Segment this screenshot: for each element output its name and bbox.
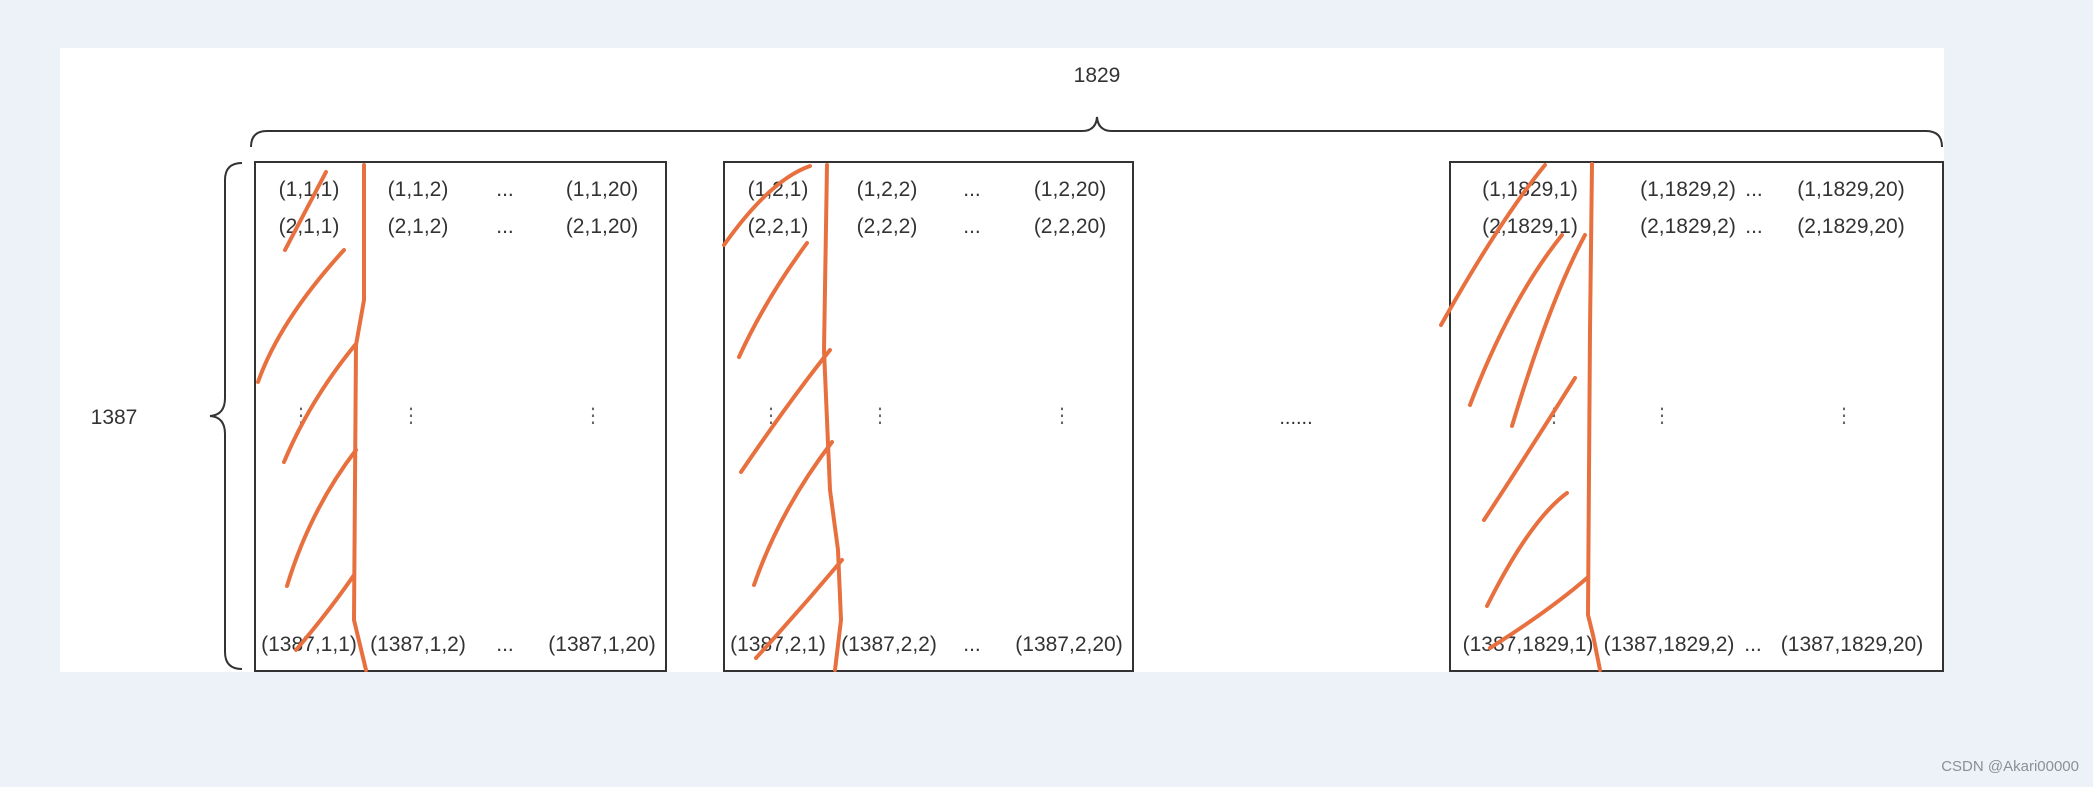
vdots-b1-c20: ⋮ [583,405,603,427]
top-dimension-label: 1829 [1074,64,1121,87]
cell-b2-r1-ellipsis: ... [963,178,981,201]
cell-b1829-last-c1: (1387,1829,1) [1463,633,1594,656]
cell-b2-last-ellipsis: ... [963,633,981,656]
annotation-b2-vertical-line [822,163,843,672]
cell-b1829-r1-ellipsis: ... [1745,178,1763,201]
block-frame-1 [254,161,667,672]
cell-b1829-last-ellipsis: ... [1744,633,1762,656]
annotation-b1-vertical-line [352,163,368,672]
cell-b2-r2-c2: (2,2,2) [857,215,918,238]
cell-b2-r1-c2: (1,2,2) [857,178,918,201]
cell-b1829-r2-ellipsis: ... [1745,215,1763,238]
cell-b2-last-c2: (1387,2,2) [841,633,937,656]
cell-b1829-r2-c20: (2,1829,20) [1797,215,1904,238]
cell-b1-r2-c1: (2,1,1) [279,215,340,238]
vdots-b1-c2: ⋮ [401,405,421,427]
handdrawn-annotations [256,162,1602,672]
watermark: CSDN @Akari00000 [1941,758,2079,775]
left-dimension-label: 1387 [91,406,138,429]
annotation-b1-hatch [256,170,358,652]
cell-b1-last-ellipsis: ... [496,633,514,656]
cell-b2-r2-c20: (2,2,20) [1034,215,1106,238]
cell-b2-r1-c1: (1,2,1) [748,178,809,201]
cell-b2-last-c20: (1387,2,20) [1015,633,1122,656]
vdots-b1829-c2: ⋮ [1652,405,1672,427]
left-brace [209,162,243,670]
cell-b1829-last-c20: (1387,1829,20) [1781,633,1923,656]
between-blocks-ellipsis: ...... [1279,407,1312,429]
vdots-b2-c2: ⋮ [870,405,890,427]
cell-b1829-r1-c20: (1,1829,20) [1797,178,1904,201]
cell-b1-last-c20: (1387,1,20) [548,633,655,656]
vdots-b2-c20: ⋮ [1052,405,1072,427]
block-1: (1,1,1) (1,1,2) ... (1,1,20) (2,1,1) (2,… [261,178,656,656]
cell-b2-r2-c1: (2,2,1) [748,215,809,238]
cell-b1829-r1-c2: (1,1829,2) [1640,178,1736,201]
cell-b1-r1-ellipsis: ... [496,178,514,201]
cell-b2-r2-ellipsis: ... [963,215,981,238]
cell-b1-r1-c20: (1,1,20) [566,178,638,201]
tensor-diagram: 1829 1387 ...... (1,1,1) (1,1,2) ... (1,… [91,64,1944,672]
top-brace [250,116,1943,148]
block-2: (1,2,1) (1,2,2) ... (1,2,20) (2,2,1) (2,… [730,178,1123,656]
cell-b2-r1-c20: (1,2,20) [1034,178,1106,201]
cell-b1-r2-ellipsis: ... [496,215,514,238]
cell-b1829-r2-c2: (2,1829,2) [1640,215,1736,238]
block-1829: (1,1829,1) (1,1829,2) ... (1,1829,20) (2… [1463,178,1924,656]
cell-b1-r1-c1: (1,1,1) [279,178,340,201]
cell-b1-r2-c20: (2,1,20) [566,215,638,238]
cell-b1-r2-c2: (2,1,2) [388,215,449,238]
cell-b1-last-c2: (1387,1,2) [370,633,466,656]
block-frame-1829 [1449,161,1944,672]
cell-b1-r1-c2: (1,1,2) [388,178,449,201]
vdots-b1829-c20: ⋮ [1834,405,1854,427]
annotation-b1829-vertical-line [1586,162,1602,672]
cell-b1829-last-c2: (1387,1829,2) [1604,633,1735,656]
